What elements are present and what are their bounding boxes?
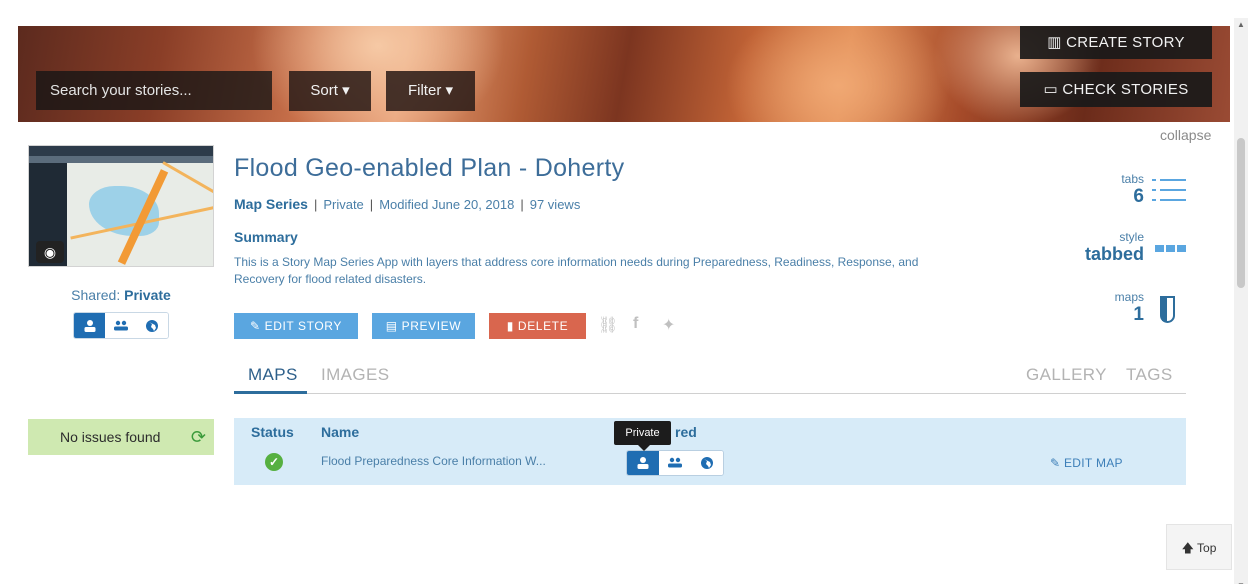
person-icon (84, 319, 96, 332)
group-icon (668, 457, 682, 468)
preview-button[interactable]: ▤ PREVIEW (372, 313, 475, 339)
active-tab-indicator (234, 391, 307, 394)
story-modified: Modified June 20, 2018 (379, 197, 515, 212)
maps-stat-value: 1 (1133, 304, 1144, 325)
edit-story-label: EDIT STORY (264, 319, 342, 333)
tab-gallery[interactable]: GALLERY (1026, 365, 1107, 385)
link-icon[interactable]: ⛓ (598, 315, 618, 335)
arrow-up-icon: 🡅 (1181, 541, 1198, 555)
twitter-icon[interactable]: ✦ (662, 315, 675, 335)
scroll-up-icon[interactable]: ▲ (1237, 20, 1245, 29)
check-stories-label: CHECK STORIES (1062, 81, 1189, 98)
pencil-icon: ✎ (1050, 456, 1064, 470)
separator: | (369, 197, 374, 212)
create-story-label: CREATE STORY (1066, 34, 1185, 51)
book-icon: ▥ (1047, 34, 1067, 51)
list-icon (1152, 175, 1186, 205)
group-icon (113, 320, 128, 330)
globe-icon (701, 457, 713, 469)
map-share-organization-button[interactable] (659, 451, 691, 475)
story-title[interactable]: Flood Geo-enabled Plan - Doherty (234, 154, 624, 183)
share-public-button[interactable] (136, 313, 168, 338)
map-name-link[interactable]: Flood Preparedness Core Information W... (321, 454, 546, 468)
name-column-header: Name (321, 424, 360, 440)
pencil-icon: ✎ (250, 319, 265, 333)
share-organization-button[interactable] (105, 313, 137, 338)
camera-icon[interactable]: ◉ (36, 241, 64, 263)
check-icon: ✓ (265, 453, 283, 471)
style-stat-value: tabbed (1084, 244, 1144, 264)
thumbnail-road (162, 161, 213, 194)
map-share-public-button[interactable] (691, 451, 723, 475)
edit-map-label: EDIT MAP (1064, 456, 1123, 470)
story-views: 97 views (529, 197, 581, 212)
monitor-icon: ▭ (1043, 81, 1063, 98)
preview-icon: ▤ (385, 319, 402, 333)
story-meta: Map Series | Private | Modified June 20, 201… (234, 196, 580, 212)
summary-heading: Summary (234, 229, 298, 245)
top-label: Top (1197, 541, 1217, 555)
search-input[interactable]: Search your stories... (36, 71, 272, 110)
vertical-scrollbar[interactable]: ▲ ▼ (1234, 18, 1248, 584)
shared-status: Shared: Private (28, 287, 214, 303)
issues-label: No issues found (60, 429, 161, 445)
status-column-header: Status (251, 424, 294, 440)
separator: | (313, 197, 318, 212)
style-stat-label: style (1119, 230, 1144, 244)
summary-text: This is a Story Map Series App with laye… (234, 255, 919, 286)
story-share-toggle[interactable] (73, 312, 169, 339)
create-story-button[interactable]: ▥ CREATE STORY (1020, 26, 1212, 59)
shared-value: Private (124, 287, 171, 303)
scrollbar-thumb[interactable] (1237, 138, 1245, 288)
tab-tags[interactable]: TAGS (1126, 365, 1173, 385)
share-private-button[interactable] (74, 313, 106, 338)
separator: | (520, 197, 524, 212)
delete-label: DELETE (517, 319, 569, 333)
filter-button[interactable]: Filter ▾ (386, 71, 475, 111)
thumbnail-header (29, 146, 213, 156)
person-icon (637, 457, 649, 469)
globe-icon (146, 319, 159, 332)
collapse-link[interactable]: collapse (1160, 127, 1211, 143)
private-tooltip: Private (614, 421, 671, 451)
sort-button[interactable]: Sort ▾ (289, 71, 371, 111)
tabs-stat-label: tabs (1121, 172, 1144, 186)
delete-button[interactable]: ▮ DELETE (489, 313, 586, 339)
maps-stat-label: maps (1114, 290, 1144, 304)
edit-story-button[interactable]: ✎ EDIT STORY (234, 313, 358, 339)
tab-maps[interactable]: MAPS (248, 365, 298, 385)
tab-images[interactable]: IMAGES (321, 365, 390, 385)
issues-status: No issues found ⟳ (28, 419, 214, 455)
facebook-icon[interactable]: f (633, 315, 638, 333)
map-share-toggle[interactable] (626, 450, 724, 476)
story-type: Map Series (234, 196, 308, 212)
tabs-stat-value: 6 (1133, 186, 1144, 207)
story-privacy: Private (323, 197, 364, 212)
map-icon (1160, 296, 1175, 323)
map-share-private-button[interactable] (627, 451, 659, 475)
shared-column-header: red (675, 424, 697, 440)
tabbed-style-icon (1155, 245, 1186, 252)
refresh-icon[interactable]: ⟳ (191, 419, 206, 455)
shared-prefix: Shared: (71, 287, 125, 303)
check-stories-button[interactable]: ▭ CHECK STORIES (1020, 72, 1212, 107)
trash-icon: ▮ (506, 319, 518, 333)
edit-map-button[interactable]: ✎ EDIT MAP (1050, 456, 1123, 470)
thumbnail-tabs (29, 156, 213, 163)
app-window: Search your stories... Sort ▾ Filter ▾ ▥… (0, 0, 1248, 584)
preview-label: PREVIEW (401, 319, 462, 333)
tabs-divider (234, 393, 1186, 394)
back-to-top-button[interactable]: 🡅 Top (1166, 524, 1232, 570)
